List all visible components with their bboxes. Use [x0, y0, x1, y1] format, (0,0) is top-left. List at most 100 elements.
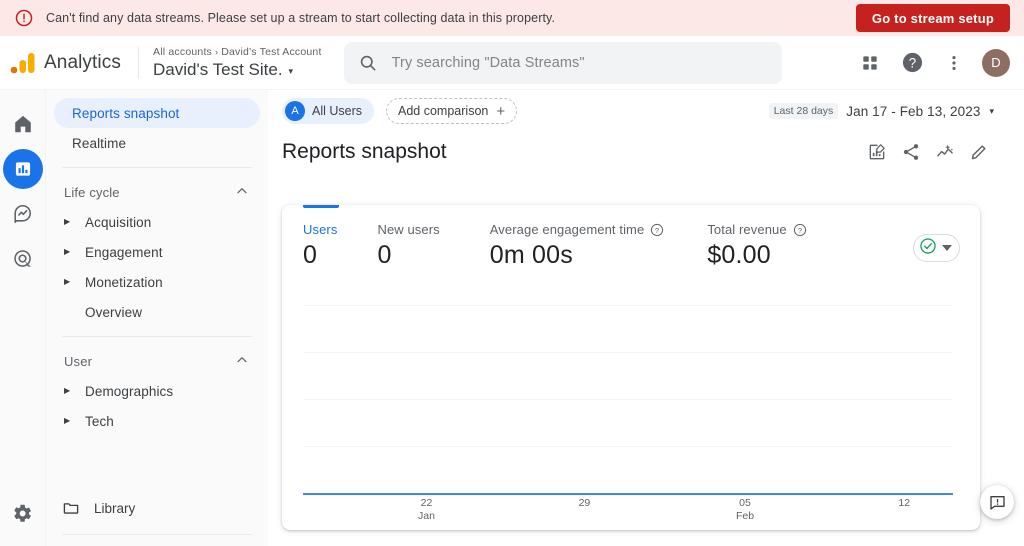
- sidebar-divider: [62, 167, 252, 168]
- x-tick-day: 12: [898, 497, 910, 510]
- x-tick-day: 05: [736, 497, 754, 510]
- gridline: [303, 305, 953, 306]
- sidebar-group-label: Life cycle: [64, 185, 120, 200]
- metric-label-row: Average engagement time ?: [490, 222, 665, 237]
- x-tick: 05 Feb: [736, 497, 754, 523]
- more-options-icon[interactable]: [936, 45, 972, 81]
- metric-new-users[interactable]: New users 0: [337, 222, 439, 270]
- metric-total-revenue[interactable]: Total revenue ? $0.00: [664, 222, 806, 270]
- sidebar-divider: [62, 534, 252, 535]
- active-tab-indicator: [303, 205, 339, 208]
- sidebar-group-user[interactable]: User: [46, 346, 268, 376]
- insights-report-icon[interactable]: [866, 141, 888, 163]
- rail-item-home[interactable]: [3, 104, 43, 144]
- chevron-down-icon: ▾: [289, 61, 294, 81]
- sidebar-item-acquisition[interactable]: ▶ Acquisition: [46, 207, 268, 237]
- insights-sparkle-icon[interactable]: [934, 141, 956, 163]
- metric-label: Total revenue: [707, 222, 786, 237]
- svg-text:?: ?: [908, 55, 915, 70]
- sidebar-item-realtime[interactable]: Realtime: [54, 128, 260, 158]
- sidebar-item-label: Demographics: [85, 384, 173, 399]
- date-range-picker[interactable]: Last 28 days Jan 17 - Feb 13, 2023 ▾: [769, 103, 994, 119]
- date-range-badge: Last 28 days: [769, 103, 839, 119]
- x-tick-day: 22: [418, 497, 435, 510]
- property-selector[interactable]: All accounts›David's Test Account David'…: [153, 45, 322, 81]
- sidebar-item-engagement[interactable]: ▶ Engagement: [46, 237, 268, 267]
- property-name: David's Test Site.: [153, 59, 283, 81]
- breadcrumb-all-accounts[interactable]: All accounts: [153, 46, 212, 58]
- x-tick-month: Feb: [736, 510, 754, 523]
- share-icon[interactable]: [900, 141, 922, 163]
- folder-icon: [62, 499, 80, 517]
- segment-avatar: A: [285, 101, 305, 121]
- gridline: [303, 399, 953, 400]
- x-tick-month: Jan: [418, 510, 435, 523]
- sidebar-item-label: Library: [94, 501, 135, 516]
- svg-text:?: ?: [798, 225, 802, 234]
- sidebar-item-label: Reports snapshot: [72, 106, 179, 121]
- sidebar-item-label: Acquisition: [85, 215, 151, 230]
- header-divider: [138, 47, 139, 79]
- series-line-users: [303, 493, 953, 495]
- analytics-logo-block[interactable]: Analytics: [0, 51, 138, 75]
- edit-pencil-icon[interactable]: [968, 141, 990, 163]
- sidebar-item-tech[interactable]: ▶ Tech: [46, 406, 268, 436]
- sidebar-item-monetization[interactable]: ▶ Monetization: [46, 267, 268, 297]
- error-circle-icon: [14, 8, 34, 28]
- expand-triangle-icon: ▶: [64, 417, 76, 425]
- sidebar-item-label: Overview: [85, 305, 142, 320]
- rail-item-explore[interactable]: [3, 194, 43, 234]
- help-circle-icon[interactable]: ?: [650, 223, 664, 237]
- sidebar-group-label: User: [64, 354, 92, 369]
- chevron-down-icon: [942, 245, 952, 251]
- add-comparison-button[interactable]: Add comparison +: [386, 98, 517, 124]
- breadcrumb-account-name[interactable]: David's Test Account: [221, 46, 321, 58]
- date-range-text: Jan 17 - Feb 13, 2023: [846, 104, 980, 119]
- metric-users[interactable]: Users 0: [282, 222, 337, 270]
- avatar[interactable]: D: [982, 49, 1010, 77]
- sidebar-item-overview[interactable]: Overview: [46, 297, 268, 327]
- page-title: Reports snapshot: [282, 140, 447, 164]
- go-to-stream-setup-button[interactable]: Go to stream setup: [856, 4, 1010, 32]
- x-tick: 22 Jan: [418, 497, 435, 523]
- rail-item-advertising[interactable]: [3, 239, 43, 279]
- report-controls-row: A All Users Add comparison + Last 28 day…: [268, 90, 1024, 126]
- sidebar-group-life-cycle[interactable]: Life cycle: [46, 177, 268, 207]
- help-circle-icon[interactable]: ?: [793, 223, 807, 237]
- apps-grid-icon[interactable]: [852, 45, 888, 81]
- metric-average-engagement-time[interactable]: Average engagement time ? 0m 00s: [440, 222, 665, 270]
- property-name-row[interactable]: David's Test Site. ▾: [153, 59, 322, 81]
- metric-value: 0: [303, 241, 337, 270]
- sidebar-item-label: Realtime: [72, 136, 126, 151]
- green-check-circle-icon: [919, 237, 937, 260]
- metric-value: $0.00: [707, 241, 806, 270]
- plus-icon: +: [496, 104, 505, 119]
- help-icon[interactable]: ?: [894, 45, 930, 81]
- sidebar-nav: Reports snapshot Realtime Life cycle ▶ A…: [46, 90, 268, 546]
- sidebar-item-library[interactable]: Library: [46, 491, 268, 525]
- gridline: [303, 352, 953, 353]
- metric-label-row: Total revenue ?: [707, 222, 806, 237]
- card-status-dropdown[interactable]: [913, 234, 960, 262]
- svg-text:?: ?: [655, 225, 659, 234]
- chevron-up-icon: [234, 352, 250, 371]
- rail-item-reports[interactable]: [3, 149, 43, 189]
- search-icon: [358, 53, 378, 73]
- send-feedback-button[interactable]: [980, 485, 1014, 519]
- breadcrumb[interactable]: All accounts›David's Test Account: [153, 45, 322, 59]
- page-title-row: Reports snapshot: [268, 126, 1024, 164]
- alert-message: Can't find any data streams. Please set …: [46, 11, 856, 25]
- search-input[interactable]: [392, 55, 768, 71]
- segment-chip-all-users[interactable]: A All Users: [282, 98, 374, 124]
- chart-x-axis-labels: 22 Jan 29 05 Feb 12: [303, 497, 953, 527]
- analytics-bar-chart-logo-icon: [10, 51, 36, 75]
- admin-gear-icon[interactable]: [6, 496, 40, 530]
- add-comparison-label: Add comparison: [398, 104, 488, 118]
- product-name: Analytics: [44, 52, 121, 74]
- sidebar-item-demographics[interactable]: ▶ Demographics: [46, 376, 268, 406]
- expand-triangle-icon: ▶: [64, 248, 76, 256]
- sidebar-item-reports-snapshot[interactable]: Reports snapshot: [54, 98, 260, 128]
- sidebar-item-label: Engagement: [85, 245, 163, 260]
- data-stream-alert-banner: Can't find any data streams. Please set …: [0, 0, 1024, 36]
- global-search-box[interactable]: [344, 42, 782, 84]
